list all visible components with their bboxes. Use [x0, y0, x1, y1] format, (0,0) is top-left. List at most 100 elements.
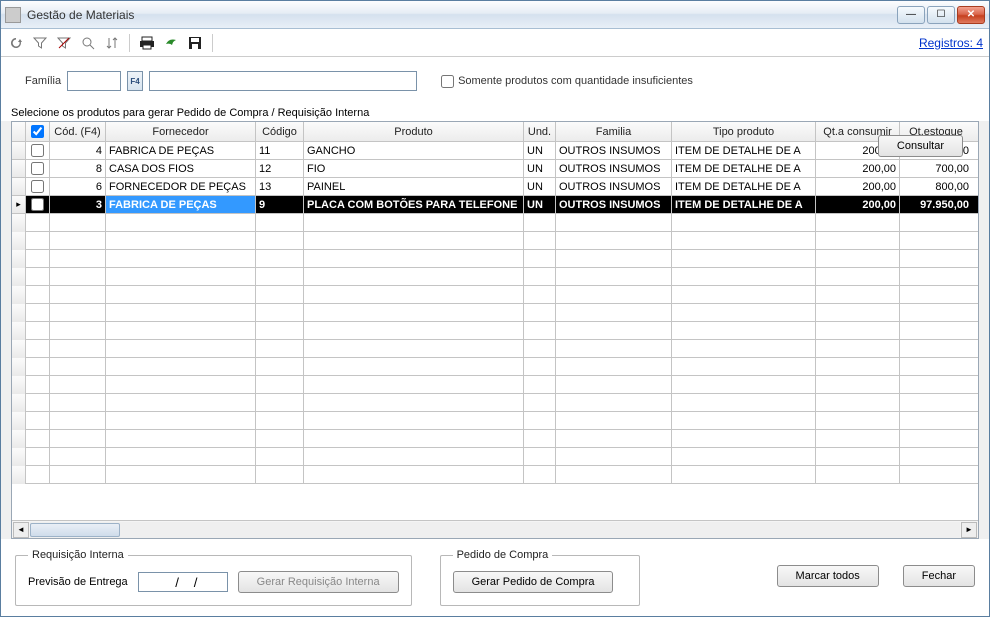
cell-marker: ▸: [12, 196, 26, 213]
grid-header-produto[interactable]: Produto: [304, 122, 524, 141]
cell-produto: GANCHO: [304, 142, 524, 159]
somente-label: Somente produtos com quantidade insufici…: [458, 75, 693, 87]
cell-codigo: 9: [256, 196, 304, 213]
cell-cod: 4: [50, 142, 106, 159]
cell-fornecedor: FABRICA DE PEÇAS: [106, 142, 256, 159]
cell-marker: [12, 160, 26, 177]
req-legend: Requisição Interna: [28, 549, 128, 561]
save-icon[interactable]: [186, 34, 204, 52]
print-icon[interactable]: [138, 34, 156, 52]
filter-icon[interactable]: [31, 34, 49, 52]
grid-header-chk[interactable]: [26, 122, 50, 141]
table-row[interactable]: 4FABRICA DE PEÇAS11GANCHOUNOUTROS INSUMO…: [12, 142, 978, 160]
gerar-pedido-button[interactable]: Gerar Pedido de Compra: [453, 571, 614, 593]
search-icon[interactable]: [79, 34, 97, 52]
grid-header-tipo[interactable]: Tipo produto: [672, 122, 816, 141]
cell-marker: [12, 178, 26, 195]
cell-familia: OUTROS INSUMOS: [556, 142, 672, 159]
grid-header-und[interactable]: Und.: [524, 122, 556, 141]
export-icon[interactable]: [162, 34, 180, 52]
cell-und: UN: [524, 178, 556, 195]
row-checkbox[interactable]: [31, 162, 44, 175]
table-row-empty: [12, 394, 978, 412]
familia-label: Família: [25, 75, 61, 87]
table-row-empty: [12, 466, 978, 484]
cell-produto: FIO: [304, 160, 524, 177]
cell-qtest: 800,00: [900, 178, 972, 195]
scroll-right-button[interactable]: ►: [961, 522, 977, 538]
scroll-thumb[interactable]: [30, 523, 120, 537]
instruction-text: Selecione os produtos para gerar Pedido …: [1, 101, 989, 121]
maximize-button[interactable]: ☐: [927, 6, 955, 24]
cell-und: UN: [524, 196, 556, 213]
familia-code-input[interactable]: [67, 71, 121, 91]
table-row-empty: [12, 268, 978, 286]
grid-header-fornecedor[interactable]: Fornecedor: [106, 122, 256, 141]
cell-codigo: 12: [256, 160, 304, 177]
table-row-empty: [12, 412, 978, 430]
prev-entrega-input[interactable]: [138, 572, 228, 592]
toolbar: Registros: 4: [1, 29, 989, 57]
titlebar: Gestão de Materiais — ☐ ✕: [1, 1, 989, 29]
requisicao-interna-fieldset: Requisição Interna Previsão de Entrega G…: [15, 549, 412, 606]
cell-chk[interactable]: [26, 178, 50, 195]
horizontal-scrollbar[interactable]: ◄ ►: [12, 520, 978, 538]
cell-und: UN: [524, 160, 556, 177]
row-checkbox[interactable]: [31, 198, 44, 211]
cell-chk[interactable]: [26, 160, 50, 177]
somente-insuficientes-checkbox[interactable]: [441, 75, 454, 88]
cell-fornecedor: FABRICA DE PEÇAS: [106, 196, 256, 213]
close-button[interactable]: ✕: [957, 6, 985, 24]
cell-familia: OUTROS INSUMOS: [556, 160, 672, 177]
prev-entrega-label: Previsão de Entrega: [28, 576, 128, 588]
sort-icon[interactable]: [103, 34, 121, 52]
cell-familia: OUTROS INSUMOS: [556, 178, 672, 195]
cell-cod: 6: [50, 178, 106, 195]
fechar-button[interactable]: Fechar: [903, 565, 975, 587]
table-row-empty: [12, 214, 978, 232]
cell-produto: PAINEL: [304, 178, 524, 195]
cell-tipo: ITEM DE DETALHE DE A: [672, 142, 816, 159]
marcar-todos-button[interactable]: Marcar todos: [777, 565, 879, 587]
filter-clear-icon[interactable]: [55, 34, 73, 52]
cell-codigo: 13: [256, 178, 304, 195]
familia-lookup-button[interactable]: F4: [127, 71, 143, 91]
refresh-icon[interactable]: [7, 34, 25, 52]
cell-tipo: ITEM DE DETALHE DE A: [672, 196, 816, 213]
app-icon: [5, 7, 21, 23]
cell-fornecedor: CASA DOS FIOS: [106, 160, 256, 177]
cell-qtest: 97.950,00: [900, 196, 972, 213]
table-row-empty: [12, 358, 978, 376]
cell-chk[interactable]: [26, 196, 50, 213]
table-row[interactable]: ▸3FABRICA DE PEÇAS9PLACA COM BOTÕES PARA…: [12, 196, 978, 214]
table-row-empty: [12, 448, 978, 466]
grid-header-marker: [12, 122, 26, 141]
cell-cod: 3: [50, 196, 106, 213]
table-row[interactable]: 8CASA DOS FIOS12FIOUNOUTROS INSUMOSITEM …: [12, 160, 978, 178]
grid-header-codigo[interactable]: Código: [256, 122, 304, 141]
gerar-requisicao-button[interactable]: Gerar Requisição Interna: [238, 571, 399, 593]
cell-chk[interactable]: [26, 142, 50, 159]
cell-familia: OUTROS INSUMOS: [556, 196, 672, 213]
grid-header-familia[interactable]: Familia: [556, 122, 672, 141]
row-checkbox[interactable]: [31, 144, 44, 157]
table-row-empty: [12, 304, 978, 322]
table-row-empty: [12, 250, 978, 268]
cell-marker: [12, 142, 26, 159]
scroll-left-button[interactable]: ◄: [13, 522, 29, 538]
products-grid: Cód. (F4) Fornecedor Código Produto Und.…: [11, 121, 979, 539]
registros-link[interactable]: Registros: 4: [919, 36, 983, 50]
consultar-button[interactable]: Consultar: [878, 135, 963, 157]
minimize-button[interactable]: —: [897, 6, 925, 24]
cell-qtcons: 200,00: [816, 196, 900, 213]
cell-tipo: ITEM DE DETALHE DE A: [672, 178, 816, 195]
table-row-empty: [12, 430, 978, 448]
grid-header-cod[interactable]: Cód. (F4): [50, 122, 106, 141]
familia-desc-input[interactable]: [149, 71, 417, 91]
cell-cod: 8: [50, 160, 106, 177]
row-checkbox[interactable]: [31, 180, 44, 193]
table-row-empty: [12, 322, 978, 340]
window-title: Gestão de Materiais: [27, 8, 897, 22]
grid-body: 4FABRICA DE PEÇAS11GANCHOUNOUTROS INSUMO…: [12, 142, 978, 520]
table-row[interactable]: 6FORNECEDOR DE PEÇAS13PAINELUNOUTROS INS…: [12, 178, 978, 196]
